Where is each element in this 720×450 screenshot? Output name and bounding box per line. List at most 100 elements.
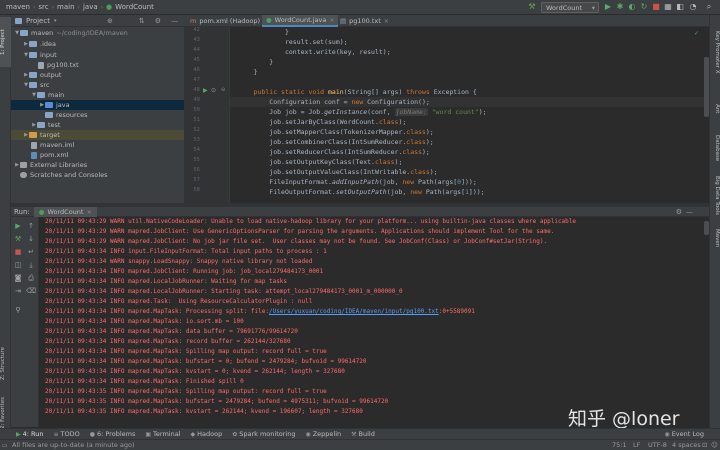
maven-tab[interactable]: Maven (709, 225, 720, 251)
big-data-tools-tab[interactable]: Big Data Tools (709, 173, 720, 217)
run-icon[interactable]: ▶ (603, 2, 613, 12)
tree-item-input[interactable]: ▼ input (11, 50, 184, 60)
print-icon[interactable]: ⎙ (26, 273, 36, 283)
camera-icon[interactable]: ◙ (13, 273, 23, 283)
tree-item-resources[interactable]: resources (11, 110, 184, 120)
restore-layout-icon[interactable]: ◫ (13, 260, 23, 270)
project-panel-title[interactable]: Project (26, 17, 50, 25)
avatar-icon[interactable]: ◔ (688, 2, 698, 12)
tree-item-main[interactable]: ▼ main (11, 90, 184, 100)
stop-icon[interactable]: ■ (13, 247, 23, 257)
tab-problems[interactable]: ● 6: Problems (90, 430, 136, 438)
gear-icon[interactable]: ⚙ (676, 208, 682, 216)
indent-setting[interactable]: 4 spaces (672, 440, 701, 450)
close-icon[interactable]: × (86, 208, 91, 216)
panel-toggle-icon[interactable]: ▭ (2, 440, 8, 450)
breadcrumb-main[interactable]: main (57, 3, 75, 11)
structure-tool-tab[interactable]: Z: Structure (0, 341, 11, 387)
breadcrumb-wordcount[interactable]: WordCount (115, 3, 154, 11)
tree-item-external-libraries[interactable]: ▶ External Libraries (11, 160, 184, 170)
close-icon[interactable]: × (329, 17, 334, 24)
breadcrumb-maven[interactable]: maven (6, 3, 30, 11)
tab-terminal[interactable]: ▣ Terminal (145, 430, 180, 438)
tab-todo[interactable]: ≡ TODO (53, 430, 79, 438)
code-keyword: class (402, 148, 422, 156)
tab-pg100-txt[interactable]: ▤ pg100.txt × (336, 15, 393, 27)
breadcrumb-java[interactable]: java (83, 3, 98, 11)
tree-item-pg100[interactable]: pg100.txt (11, 60, 184, 70)
line-separator[interactable]: LF (633, 440, 640, 450)
file-encoding[interactable]: UTF-8 (648, 440, 667, 450)
lock-icon[interactable]: ⊡ (702, 440, 707, 450)
tree-item-output[interactable]: ▶ output (11, 70, 184, 80)
line-number: 46 (193, 67, 200, 73)
hammer-icon[interactable]: ⚒ (527, 2, 537, 12)
minimize-icon[interactable]: — (171, 17, 178, 25)
caret-position[interactable]: 75:1 (612, 440, 627, 450)
rerun-icon[interactable]: ▶ (13, 221, 23, 231)
scroll-down-icon[interactable]: ↓ (26, 234, 36, 244)
tab-wordcount-java[interactable]: ● WordCount.java × (262, 15, 339, 27)
project-tool-tab[interactable]: 1: Project (0, 17, 11, 67)
code-text: job.setMapperClass(TokenizerMapper. (238, 128, 407, 136)
trash-icon[interactable]: ⌫ (26, 286, 36, 296)
code-editor[interactable]: 42 43 44 45 46 47 48 49 50 51 52 53 54 5… (184, 27, 709, 203)
run-config-selector[interactable]: WordCount ▾ (541, 2, 599, 13)
project-structure-icon[interactable]: ▦ (663, 2, 673, 12)
console-scrollbar[interactable] (704, 221, 709, 235)
tab-pom-xml[interactable]: m pom.xml (Hadoop) × (186, 15, 272, 27)
tab-run[interactable]: ▶ 4: Run (16, 430, 43, 438)
scroll-to-end-icon[interactable]: ⤓ (26, 260, 36, 270)
console-line: 20/11/11 09:43:34 INFO mapred.MapTask: k… (45, 368, 345, 375)
profile-icon[interactable]: ↻ (639, 2, 649, 12)
tab-event-log[interactable]: ◉ Event Log (664, 430, 704, 438)
tree-item-label: resources (56, 111, 88, 119)
tree-item-maven[interactable]: ▼ maven ~/coding/IDEA/maven (11, 28, 184, 38)
tree-item-src[interactable]: ▼ src (11, 80, 184, 90)
maven-file-icon: m (190, 17, 197, 25)
editor-scrollbar[interactable] (704, 57, 709, 117)
search-icon[interactable]: ⌕ (704, 2, 714, 12)
tab-spark-monitoring[interactable]: ✿ Spark monitoring (232, 430, 295, 438)
tree-item-java[interactable]: ▶ java (11, 100, 184, 110)
minimize-icon[interactable]: — (686, 208, 693, 216)
ant-tab[interactable]: Ant (709, 101, 720, 117)
tab-hadoop[interactable]: ◆ Hadoop (191, 430, 223, 438)
run-gutter-icon[interactable]: ▶ (203, 87, 208, 94)
soft-wrap-icon[interactable]: ↵ (26, 247, 36, 257)
gear-icon[interactable]: ⚙ (155, 17, 161, 25)
tree-item-pom[interactable]: pom.xml (11, 150, 184, 160)
run-tab-wordcount[interactable]: ● WordCount × (33, 206, 97, 217)
console-file-link[interactable]: /Users/yuxuan/coding/IDEA/maven/input/pg… (269, 308, 439, 315)
console-line: 20/11/11 09:43:29 WARN mapred.JobClient:… (45, 228, 555, 235)
tab-build[interactable]: ⚒ Build (351, 430, 375, 438)
tree-item-scratches[interactable]: Scratches and Consoles (11, 170, 184, 180)
favorites-tool-tab[interactable]: 2: Favorites (0, 393, 11, 433)
stop-icon[interactable]: ■ (651, 2, 661, 12)
inspection-ok-icon[interactable]: ✓ (694, 30, 699, 37)
scroll-up-icon[interactable]: ↑ (26, 221, 36, 231)
tree-item-test[interactable]: ▶ test (11, 120, 184, 130)
folder-icon (37, 92, 45, 98)
key-promoter-tab[interactable]: Key Promoter X (709, 23, 720, 81)
tree-item-label: pom.xml (40, 151, 69, 159)
collapse-icon[interactable]: ⇅ (139, 17, 145, 25)
sdk-icon[interactable]: ◧ (675, 2, 685, 12)
pin-icon[interactable]: ⚲ (13, 305, 23, 315)
breadcrumb-src[interactable]: src (38, 3, 48, 11)
tab-zeppelin[interactable]: ◉ Zeppelin (305, 430, 341, 438)
tree-item-label: src (40, 81, 50, 89)
debug-icon[interactable]: ✱ (615, 2, 625, 12)
coverage-icon[interactable]: ◐ (627, 2, 637, 12)
tree-item-idea[interactable]: ▶ .idea (11, 39, 184, 49)
build-icon[interactable]: ⚒ (13, 234, 23, 244)
inspector-icon[interactable]: ☺ (711, 440, 718, 450)
console-output[interactable]: 20/11/11 09:43:29 WARN util.NativeCodeLo… (39, 217, 709, 427)
locate-icon[interactable]: ⊕ (107, 17, 113, 25)
tree-item-maven-iml[interactable]: maven.iml (11, 140, 184, 150)
fold-icon[interactable]: ⊖ (221, 87, 225, 93)
exit-icon[interactable]: ⇥ (13, 286, 23, 296)
database-tab[interactable]: Database (709, 133, 720, 163)
close-icon[interactable]: × (384, 18, 389, 25)
tree-item-target[interactable]: ▶ target (11, 130, 184, 140)
